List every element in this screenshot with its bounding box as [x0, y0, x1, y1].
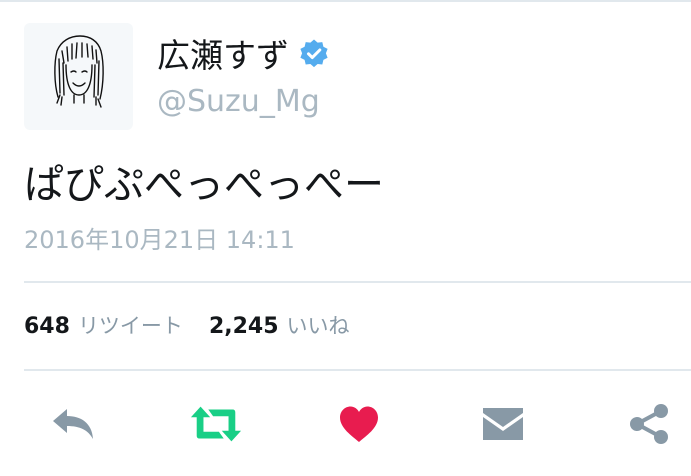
like-label: いいね [286, 314, 350, 338]
retweet-label: リツイート [77, 314, 183, 338]
tweet-stats: 648 リツイート 2,245 いいね [24, 310, 350, 346]
heart-icon [340, 406, 378, 442]
retweet-button[interactable] [189, 400, 243, 448]
reply-button[interactable] [46, 400, 100, 448]
avatar[interactable] [24, 23, 133, 130]
retweet-icon [190, 406, 242, 442]
verified-badge-icon [298, 38, 330, 70]
envelope-icon [483, 408, 523, 440]
top-divider [0, 0, 691, 2]
retweet-stat[interactable]: 648 リツイート [24, 310, 183, 340]
stats-divider-top [24, 281, 691, 283]
reply-icon [53, 409, 93, 439]
user-handle[interactable]: @Suzu_Mg [157, 82, 320, 122]
display-name[interactable]: 広瀬すず [157, 34, 289, 78]
tweet-detail: 広瀬すず @Suzu_Mg ぱぴぷぺっぺっぺー 2016年10月21日 14:1… [0, 0, 691, 476]
direct-message-button[interactable] [476, 400, 530, 448]
share-icon [630, 404, 668, 444]
like-count: 2,245 [208, 314, 279, 339]
tweet-timestamp: 2016年10月21日 14:11 [24, 226, 295, 254]
action-bar [0, 372, 691, 476]
tweet-text: ぱぴぷぺっぺっぺー [24, 162, 384, 208]
stats-divider-bottom [24, 369, 691, 371]
like-stat[interactable]: 2,245 いいね [209, 310, 350, 340]
like-button[interactable] [332, 400, 386, 448]
avatar-drawing-icon [54, 35, 104, 108]
share-button[interactable] [622, 400, 676, 448]
retweet-count: 648 [24, 314, 70, 339]
